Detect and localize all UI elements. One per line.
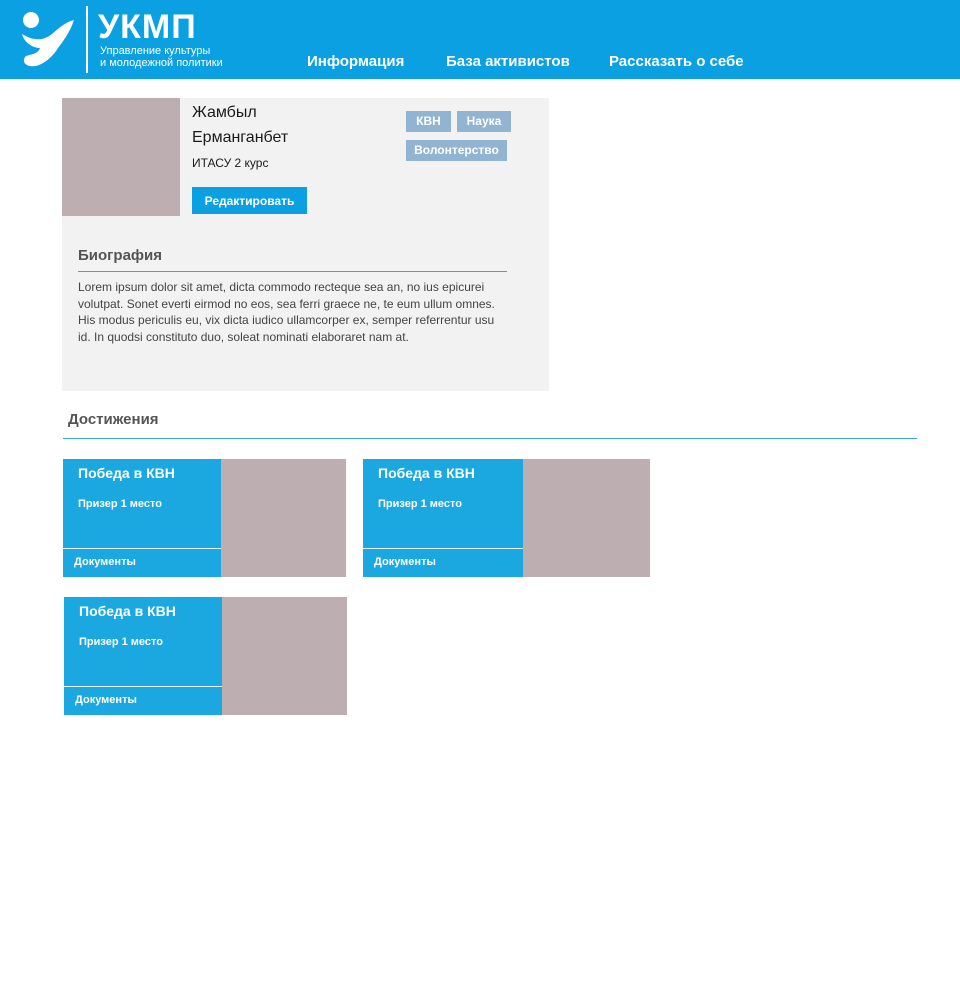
top-header: УКМП Управление культуры и молодежной по… [0, 0, 960, 79]
biography-divider [78, 271, 507, 272]
achievement-documents-link[interactable]: Документы [374, 555, 436, 569]
nav-item-tell-about-yourself[interactable]: Рассказать о себе [609, 53, 744, 71]
achievement-info-panel: Победа в КВН Призер 1 место Документы [63, 459, 221, 577]
achievement-image [222, 597, 347, 715]
achievement-divider [64, 686, 222, 687]
achievement-place: Призер 1 место [79, 636, 163, 648]
biography-text: Lorem ipsum dolor sit amet, dicta commod… [78, 280, 495, 344]
nav-item-info[interactable]: Информация [307, 53, 404, 71]
achievement-info-panel: Победа в КВН Призер 1 место Документы [64, 597, 222, 715]
achievement-documents-link[interactable]: Документы [75, 693, 137, 707]
achievement-documents-link[interactable]: Документы [74, 555, 136, 569]
achievement-image [221, 459, 346, 577]
achievements-heading: Достижения [68, 411, 159, 428]
logo-subtitle: Управление культуры и молодежной политик… [100, 45, 260, 69]
logo-subtitle-line: Управление культуры [100, 45, 211, 57]
biography-heading: Биография [78, 247, 163, 264]
logo-divider [86, 6, 88, 73]
logo-title[interactable]: УКМП [98, 9, 197, 45]
achievement-title: Победа в КВН [79, 603, 176, 619]
profile-course: ИТАСУ 2 курс [192, 156, 269, 170]
profile-first-name: Жамбыл [192, 104, 257, 121]
achievements-divider [63, 438, 917, 439]
tag-kvn[interactable]: КВН [406, 111, 451, 132]
profile-last-name: Ерманганбет [192, 129, 289, 146]
achievement-place: Призер 1 место [378, 498, 462, 510]
person-icon[interactable] [18, 10, 78, 68]
edit-profile-button[interactable]: Редактировать [192, 187, 307, 214]
achievement-divider [363, 548, 523, 549]
tag-science[interactable]: Наука [457, 111, 511, 132]
achievement-image [523, 459, 650, 577]
avatar [62, 98, 180, 216]
achievement-place: Призер 1 место [78, 498, 162, 510]
achievement-divider [63, 548, 221, 549]
logo-subtitle-line: и молодежной политики [100, 57, 223, 69]
nav-item-activists[interactable]: База активистов [446, 53, 570, 71]
achievement-info-panel: Победа в КВН Призер 1 место Документы [363, 459, 523, 577]
achievement-title: Победа в КВН [378, 465, 475, 481]
tag-volunteering[interactable]: Волонтерство [406, 140, 507, 161]
achievement-title: Победа в КВН [78, 465, 175, 481]
